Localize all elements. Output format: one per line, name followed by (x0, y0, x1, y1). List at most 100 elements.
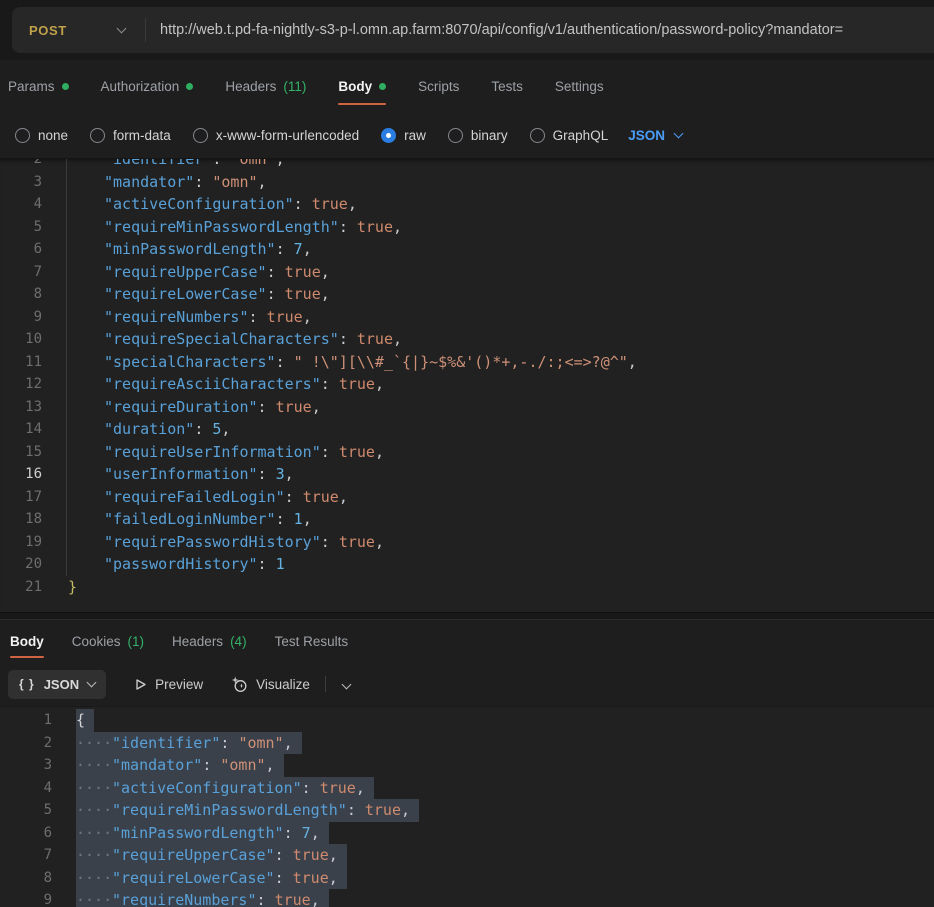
radio-label: GraphQL (553, 128, 609, 143)
code-line: 16"userInformation": 3, (0, 463, 934, 486)
line-number: 20 (0, 553, 42, 576)
tab-headers[interactable]: Headers(4) (172, 620, 247, 662)
token: , (628, 353, 637, 371)
json-value: true (339, 533, 375, 551)
code-text: "requirePasswordHistory": true, (68, 531, 384, 554)
json-key: "mandator" (112, 756, 202, 774)
line-number: 2 (0, 158, 42, 171)
tab-test-results[interactable]: Test Results (275, 620, 349, 662)
body-type-row: none form-data x-www-form-urlencoded raw bin… (0, 112, 934, 158)
chevron-down-icon (87, 677, 97, 687)
line-number: 12 (0, 373, 42, 396)
json-key: "requireMinPasswordLength" (112, 801, 347, 819)
request-code-lines: 2"identifier": "omn",3"mandator": "omn",… (0, 158, 934, 598)
code-text: "requireLowerCase": true, (68, 283, 330, 306)
more-options-chevron[interactable] (339, 669, 354, 699)
json-key: "activeConfiguration" (104, 195, 294, 213)
body-type-none[interactable]: none (15, 128, 68, 143)
code-text: "requireDuration": true, (68, 396, 321, 419)
line-number: 2 (0, 732, 52, 755)
json-value: true (293, 846, 329, 864)
code-text: ····"requireLowerCase": true, (76, 867, 347, 890)
preview-label: Preview (155, 677, 203, 692)
body-type-binary[interactable]: binary (448, 128, 508, 143)
radio-label: none (38, 128, 68, 143)
json-value: 3 (276, 465, 285, 483)
line-number: 8 (0, 283, 42, 306)
line-number: 15 (0, 441, 42, 464)
json-value: true (285, 285, 321, 303)
tab-scripts[interactable]: Scripts (418, 60, 459, 112)
json-key: "requireUpperCase" (112, 846, 275, 864)
json-key: "requireSpecialCharacters" (104, 330, 339, 348)
response-body-editor[interactable]: 1{2····"identifier": "omn",3····"mandato… (0, 706, 934, 907)
chevron-down-icon (674, 128, 684, 138)
json-key: "duration" (104, 420, 194, 438)
line-number: 7 (0, 261, 42, 284)
visualize-button[interactable]: Visualize (231, 676, 310, 693)
pane-splitter[interactable] (0, 612, 934, 620)
code-text: { (76, 709, 94, 732)
token: , (303, 240, 312, 258)
indentation: ···· (76, 777, 112, 800)
tab-authorization[interactable]: Authorization (101, 60, 194, 112)
line-number: 7 (0, 844, 52, 867)
token: : (257, 891, 275, 907)
token: , (266, 756, 275, 774)
preview-button[interactable]: Preview (134, 677, 203, 692)
code-line: 3····"mandator": "omn", (0, 754, 934, 777)
json-key: "failedLoginNumber" (104, 510, 276, 528)
code-text: "requireSpecialCharacters": true, (68, 328, 402, 351)
token: : (220, 734, 238, 752)
tab-cookies[interactable]: Cookies(1) (72, 620, 144, 662)
code-line: 5····"requireMinPasswordLength": true, (0, 799, 934, 822)
tab-tests[interactable]: Tests (491, 60, 523, 112)
token: , (221, 420, 230, 438)
code-line: 19 "requirePasswordHistory": true, (0, 531, 934, 554)
visualize-label: Visualize (256, 677, 310, 692)
tab-body[interactable]: Body (10, 620, 44, 662)
json-value: 1 (294, 510, 303, 528)
method-selector[interactable]: POST (12, 7, 145, 53)
token: , (321, 285, 330, 303)
tab-body[interactable]: Body (338, 60, 386, 112)
request-body-editor[interactable]: 2"identifier": "omn",3"mandator": "omn",… (0, 158, 934, 612)
body-type-form-data[interactable]: form-data (90, 128, 171, 143)
response-format-button[interactable]: { } JSON (8, 670, 106, 699)
url-input[interactable] (146, 22, 934, 38)
json-key: "activeConfiguration" (112, 779, 302, 797)
tab-settings[interactable]: Settings (555, 60, 604, 112)
json-key: "requireFailedLogin" (104, 488, 285, 506)
magic-visualize-icon (231, 676, 248, 693)
body-type-options: none form-data x-www-form-urlencoded raw bin… (15, 128, 608, 143)
json-key: "requireNumbers" (104, 308, 249, 326)
json-key: "requireNumbers" (112, 891, 257, 907)
tab-params[interactable]: Params (8, 60, 69, 112)
token: : (284, 824, 302, 842)
body-type-raw[interactable]: raw (381, 128, 426, 143)
json-value: true (303, 488, 339, 506)
code-text: "failedLoginNumber": 1, (68, 508, 312, 531)
format-label: JSON (44, 677, 79, 692)
language-selector[interactable]: JSON (628, 128, 682, 143)
modified-dot (379, 83, 386, 90)
body-type-graphql[interactable]: GraphQL (530, 128, 609, 143)
body-type-x-www-form-urlencoded[interactable]: x-www-form-urlencoded (193, 128, 359, 143)
tab-label: Cookies (72, 634, 121, 649)
code-line: 6"minPasswordLength": 7, (0, 238, 934, 261)
token: : (249, 308, 267, 326)
tab-label: Scripts (418, 79, 459, 94)
token: , (284, 734, 293, 752)
response-toolbar: { } JSON Preview Visualize (0, 662, 934, 706)
tab-label: Authorization (101, 79, 180, 94)
json-key: "specialCharacters" (104, 353, 276, 371)
code-text: ····"mandator": "omn", (76, 754, 284, 777)
line-number: 19 (0, 531, 42, 554)
token: : (276, 240, 294, 258)
json-key: "identifier" (104, 158, 212, 168)
code-line: 7····"requireUpperCase": true, (0, 844, 934, 867)
line-number: 9 (0, 889, 52, 907)
tab-headers[interactable]: Headers(11) (225, 60, 306, 112)
indentation: ···· (76, 844, 112, 867)
code-line: 1{ (0, 709, 934, 732)
